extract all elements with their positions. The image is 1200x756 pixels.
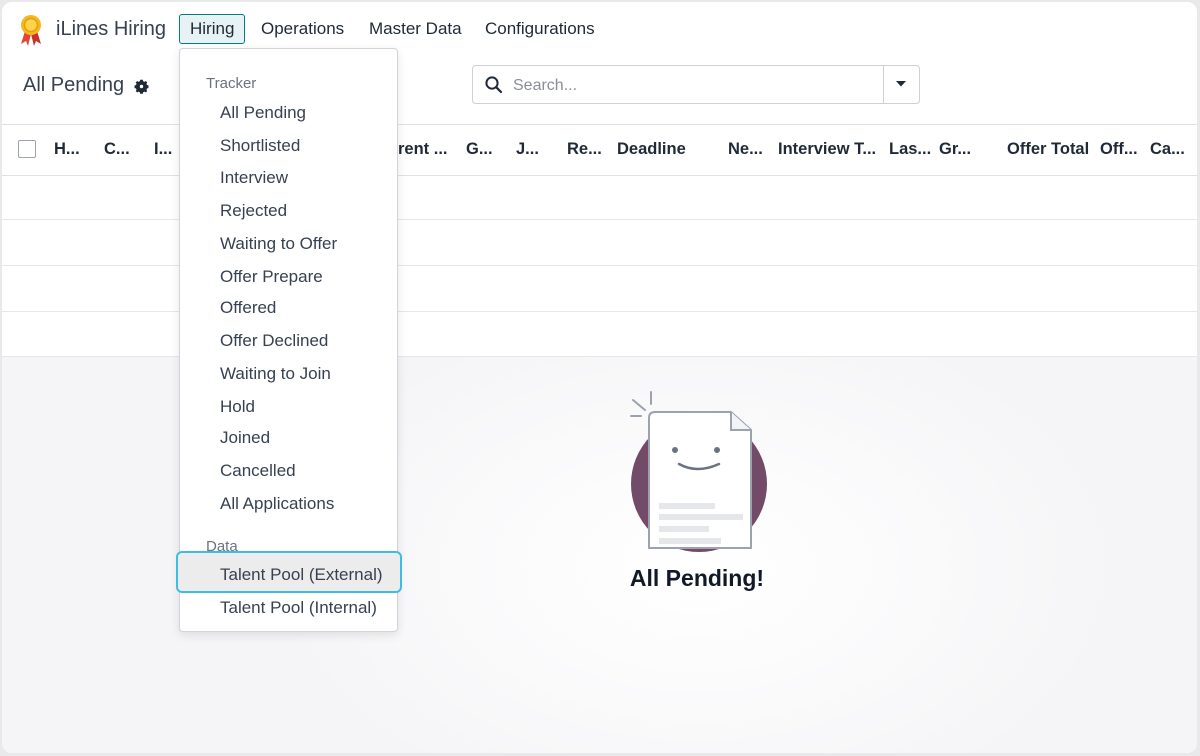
search-bar [472,65,920,104]
menu-item-waiting-to-offer[interactable]: Waiting to Offer [220,234,337,254]
column-header[interactable]: J... [516,140,539,159]
column-header[interactable]: Ca... [1150,140,1185,159]
menu-item-interview[interactable]: Interview [220,168,288,188]
column-header[interactable]: I... [154,140,172,159]
column-header[interactable]: Off... [1100,140,1138,159]
gear-icon[interactable] [133,78,150,95]
column-header[interactable]: Deadline [617,140,686,159]
search-icon [485,76,503,94]
menu-configurations[interactable]: Configurations [475,14,605,44]
column-header[interactable]: Gr... [939,140,971,159]
empty-document-illustration [630,391,767,552]
menu-item-hold[interactable]: Hold [220,397,255,417]
menu-item-talent-pool-external[interactable]: Talent Pool (External) [220,565,383,585]
menu-item-offer-declined[interactable]: Offer Declined [220,331,328,351]
column-header[interactable]: G... [466,140,493,159]
column-header[interactable]: H... [54,140,80,159]
menu-item-all-pending[interactable]: All Pending [220,103,306,123]
app-window: iLines Hiring Hiring Operations Master D… [2,2,1197,753]
top-navbar: iLines Hiring Hiring Operations Master D… [2,2,1197,54]
column-header[interactable]: Ne... [728,140,763,159]
app-brand-name[interactable]: iLines Hiring [56,18,166,41]
menu-operations[interactable]: Operations [251,14,354,44]
column-header[interactable]: rent ... [398,140,448,159]
menu-item-all-applications[interactable]: All Applications [220,494,334,514]
column-header[interactable]: Offer Total [1007,140,1089,159]
caret-down-icon [896,81,906,87]
menu-master-data[interactable]: Master Data [359,14,472,44]
menu-item-waiting-to-join[interactable]: Waiting to Join [220,364,331,384]
hiring-dropdown-menu: Tracker All Pending Shortlisted Intervie… [176,48,402,632]
page-title: All Pending [23,74,125,96]
menu-item-offer-prepare[interactable]: Offer Prepare [220,267,323,287]
column-header[interactable]: C... [104,140,130,159]
search-input[interactable] [511,72,885,99]
column-header[interactable]: Las... [889,140,931,159]
menu-item-cancelled[interactable]: Cancelled [220,461,296,481]
search-options-toggle[interactable] [883,66,919,103]
column-header[interactable]: Interview T... [778,140,876,159]
select-all-checkbox[interactable] [18,140,36,158]
menu-item-shortlisted[interactable]: Shortlisted [220,136,300,156]
menu-hiring[interactable]: Hiring [179,14,246,44]
menu-item-talent-pool-internal[interactable]: Talent Pool (Internal) [220,598,377,618]
menu-item-offered[interactable]: Offered [220,298,276,318]
menu-item-joined[interactable]: Joined [220,428,270,448]
column-header[interactable]: Re... [567,140,602,159]
menu-item-rejected[interactable]: Rejected [220,201,287,221]
section-header-tracker: Tracker [206,75,257,92]
empty-state-title: All Pending! [629,565,765,591]
ribbon-award-icon[interactable] [18,13,44,47]
